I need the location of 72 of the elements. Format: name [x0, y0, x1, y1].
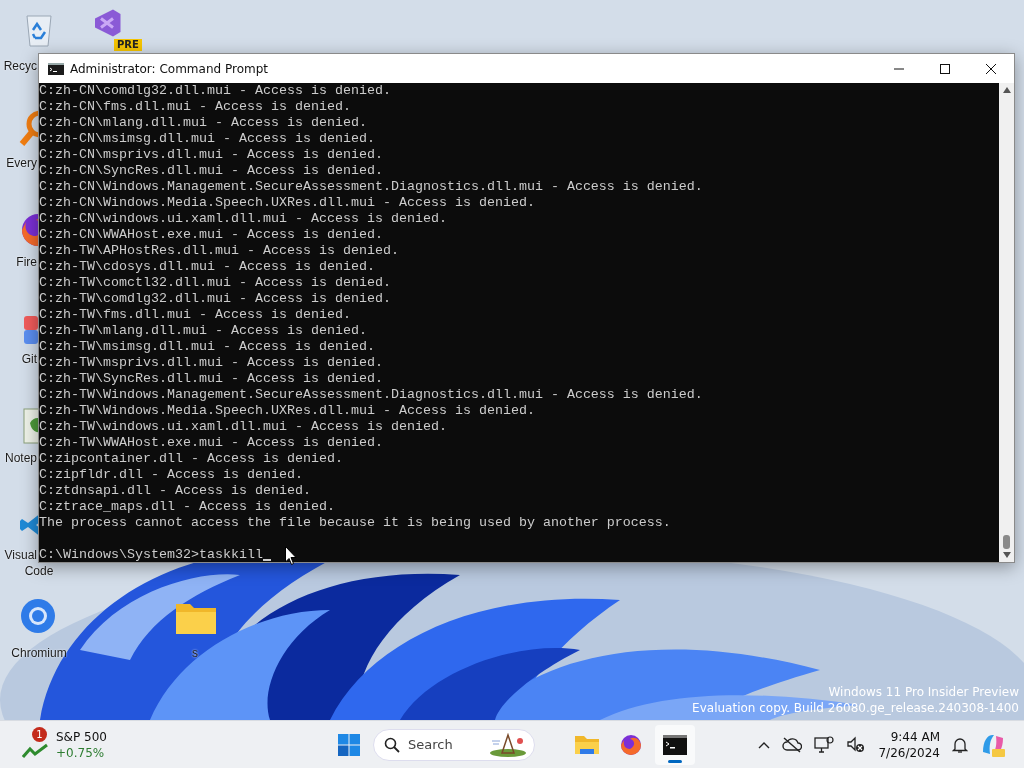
clock-date: 7/26/2024	[878, 744, 940, 761]
clock[interactable]: 9:44 AM 7/26/2024	[878, 728, 940, 761]
icon-label[interactable]: Code	[0, 563, 78, 579]
terminal-app-button[interactable]	[655, 724, 695, 765]
console-line: C:zh-CN\WWAHost.exe.mui - Access is denied.	[39, 227, 384, 243]
maximize-icon	[940, 63, 950, 74]
watermark-text: Windows 11 Pro Insider Preview	[828, 684, 1019, 700]
console-line: C:zh-CN\mlang.dll.mui - Access is denied.	[39, 115, 368, 131]
icon-label[interactable]: Chromium	[0, 645, 78, 661]
console-line: C:zh-TW\fms.dll.mui - Access is denied.	[39, 307, 352, 323]
console-line: C:zh-TW\comctl32.dll.mui - Access is denied.	[39, 275, 392, 291]
text-cursor	[262, 559, 271, 561]
search-icon	[384, 736, 400, 753]
icon-label[interactable]: Notep	[4, 450, 37, 466]
console-line: C:zh-CN\msimsg.dll.mui - Access is denied.	[39, 131, 376, 147]
bell-icon[interactable]	[952, 735, 968, 754]
command-prompt: C:\Windows\System32>taskkill	[39, 547, 263, 562]
windows-logo-icon	[338, 733, 360, 756]
search-input[interactable]: Search	[408, 737, 480, 752]
notification-badge: 1	[32, 726, 47, 742]
console-line: C:zh-TW\Windows.Media.Speech.UXRes.dll.mui - Access is denied.	[39, 403, 536, 419]
console-line: C:zh-CN\SyncRes.dll.mui - Access is denied.	[39, 163, 384, 179]
console-line: C:zipcontainer.dll - Access is denied.	[39, 451, 344, 467]
console-line: C:zh-CN\msprivs.dll.mui - Access is denied.	[39, 147, 384, 163]
icon-label[interactable]: Fire	[16, 254, 37, 270]
preview-badge: PRE	[114, 39, 142, 51]
folder-icon	[574, 733, 600, 756]
console-line: C:zh-TW\cdosys.dll.mui - Access is denied.	[39, 259, 376, 275]
tower-illustration-icon	[488, 732, 528, 757]
console-line: C:zh-CN\windows.ui.xaml.dll.mui - Access is denied.	[39, 211, 448, 227]
scrollbar[interactable]	[999, 83, 1014, 562]
console-line: C:zh-TW\mlang.dll.mui - Access is denied.	[39, 323, 368, 339]
console-line: C:zh-CN\Windows.Media.Speech.UXRes.dll.mui - Access is denied.	[39, 195, 536, 211]
chart-trend-icon	[22, 742, 48, 759]
window-title: Administrator: Command Prompt	[70, 61, 268, 76]
stock-name: S&P 500	[56, 728, 107, 745]
watermark-text: Evaluation copy. Build 26080.ge_release.240308-1400	[692, 700, 1019, 716]
clock-time: 9:44 AM	[890, 728, 940, 745]
console-line: C:zh-CN\comdlg32.dll.mui - Access is denied.	[39, 83, 392, 99]
console-line: C:zh-TW\comdlg32.dll.mui - Access is denied.	[39, 291, 392, 307]
console-line: C:zh-TW\msprivs.dll.mui - Access is denied.	[39, 355, 384, 371]
console-line: C:zh-TW\WWAHost.exe.mui - Access is denied.	[39, 435, 384, 451]
icon-label[interactable]: Every	[6, 155, 37, 171]
console-line: C:zh-CN\fms.dll.mui - Access is denied.	[39, 99, 352, 115]
network-icon[interactable]	[814, 735, 835, 754]
console-line: The process cannot access the file because it is being used by another process.	[39, 515, 672, 531]
magnifier-app-icon[interactable]	[18, 108, 38, 148]
console-line: C:zh-TW\Windows.Management.SecureAssessment.Diagnostics.dll.mui - Access is denied.	[39, 387, 704, 403]
console-line: C:zh-TW\windows.ui.xaml.dll.mui - Access is denied.	[39, 419, 448, 435]
console-line: C:zh-CN\Windows.Management.SecureAssessment.Diagnostics.dll.mui - Access is denied.	[39, 179, 704, 195]
chevron-up-icon[interactable]	[758, 740, 771, 749]
console-line: C:zh-TW\SyncRes.dll.mui - Access is denied.	[39, 371, 384, 387]
console-icon	[663, 734, 687, 755]
console-icon	[48, 62, 64, 75]
icon-label[interactable]: Recyc	[3, 58, 37, 74]
console-line: C:ztdnsapi.dll - Access is denied.	[39, 483, 312, 499]
scrollbar-thumb[interactable]	[1003, 535, 1010, 549]
icon-label[interactable]: Git	[21, 351, 37, 367]
console-line: C:zh-TW\APHostRes.dll.mui - Access is denied.	[39, 243, 400, 259]
stock-widget[interactable]: 1 S&P 500 +0.75%	[18, 726, 111, 763]
speaker-muted-icon[interactable]	[846, 735, 867, 754]
console-line: C:ztrace_maps.dll - Access is denied.	[39, 499, 336, 515]
scroll-down-icon[interactable]	[1002, 552, 1011, 558]
icon-label[interactable]: Visual	[4, 547, 37, 563]
scroll-up-icon[interactable]	[1002, 87, 1011, 93]
console-line: C:zh-TW\msimsg.dll.mui - Access is denied.	[39, 339, 376, 355]
stock-change: +0.75%	[56, 744, 106, 761]
console-line: C:zipfldr.dll - Access is denied.	[39, 467, 304, 483]
cloud-off-icon[interactable]	[782, 736, 803, 753]
close-icon	[986, 63, 996, 74]
fox-browser-icon	[619, 732, 643, 757]
search-bar[interactable]: Search	[373, 728, 535, 761]
